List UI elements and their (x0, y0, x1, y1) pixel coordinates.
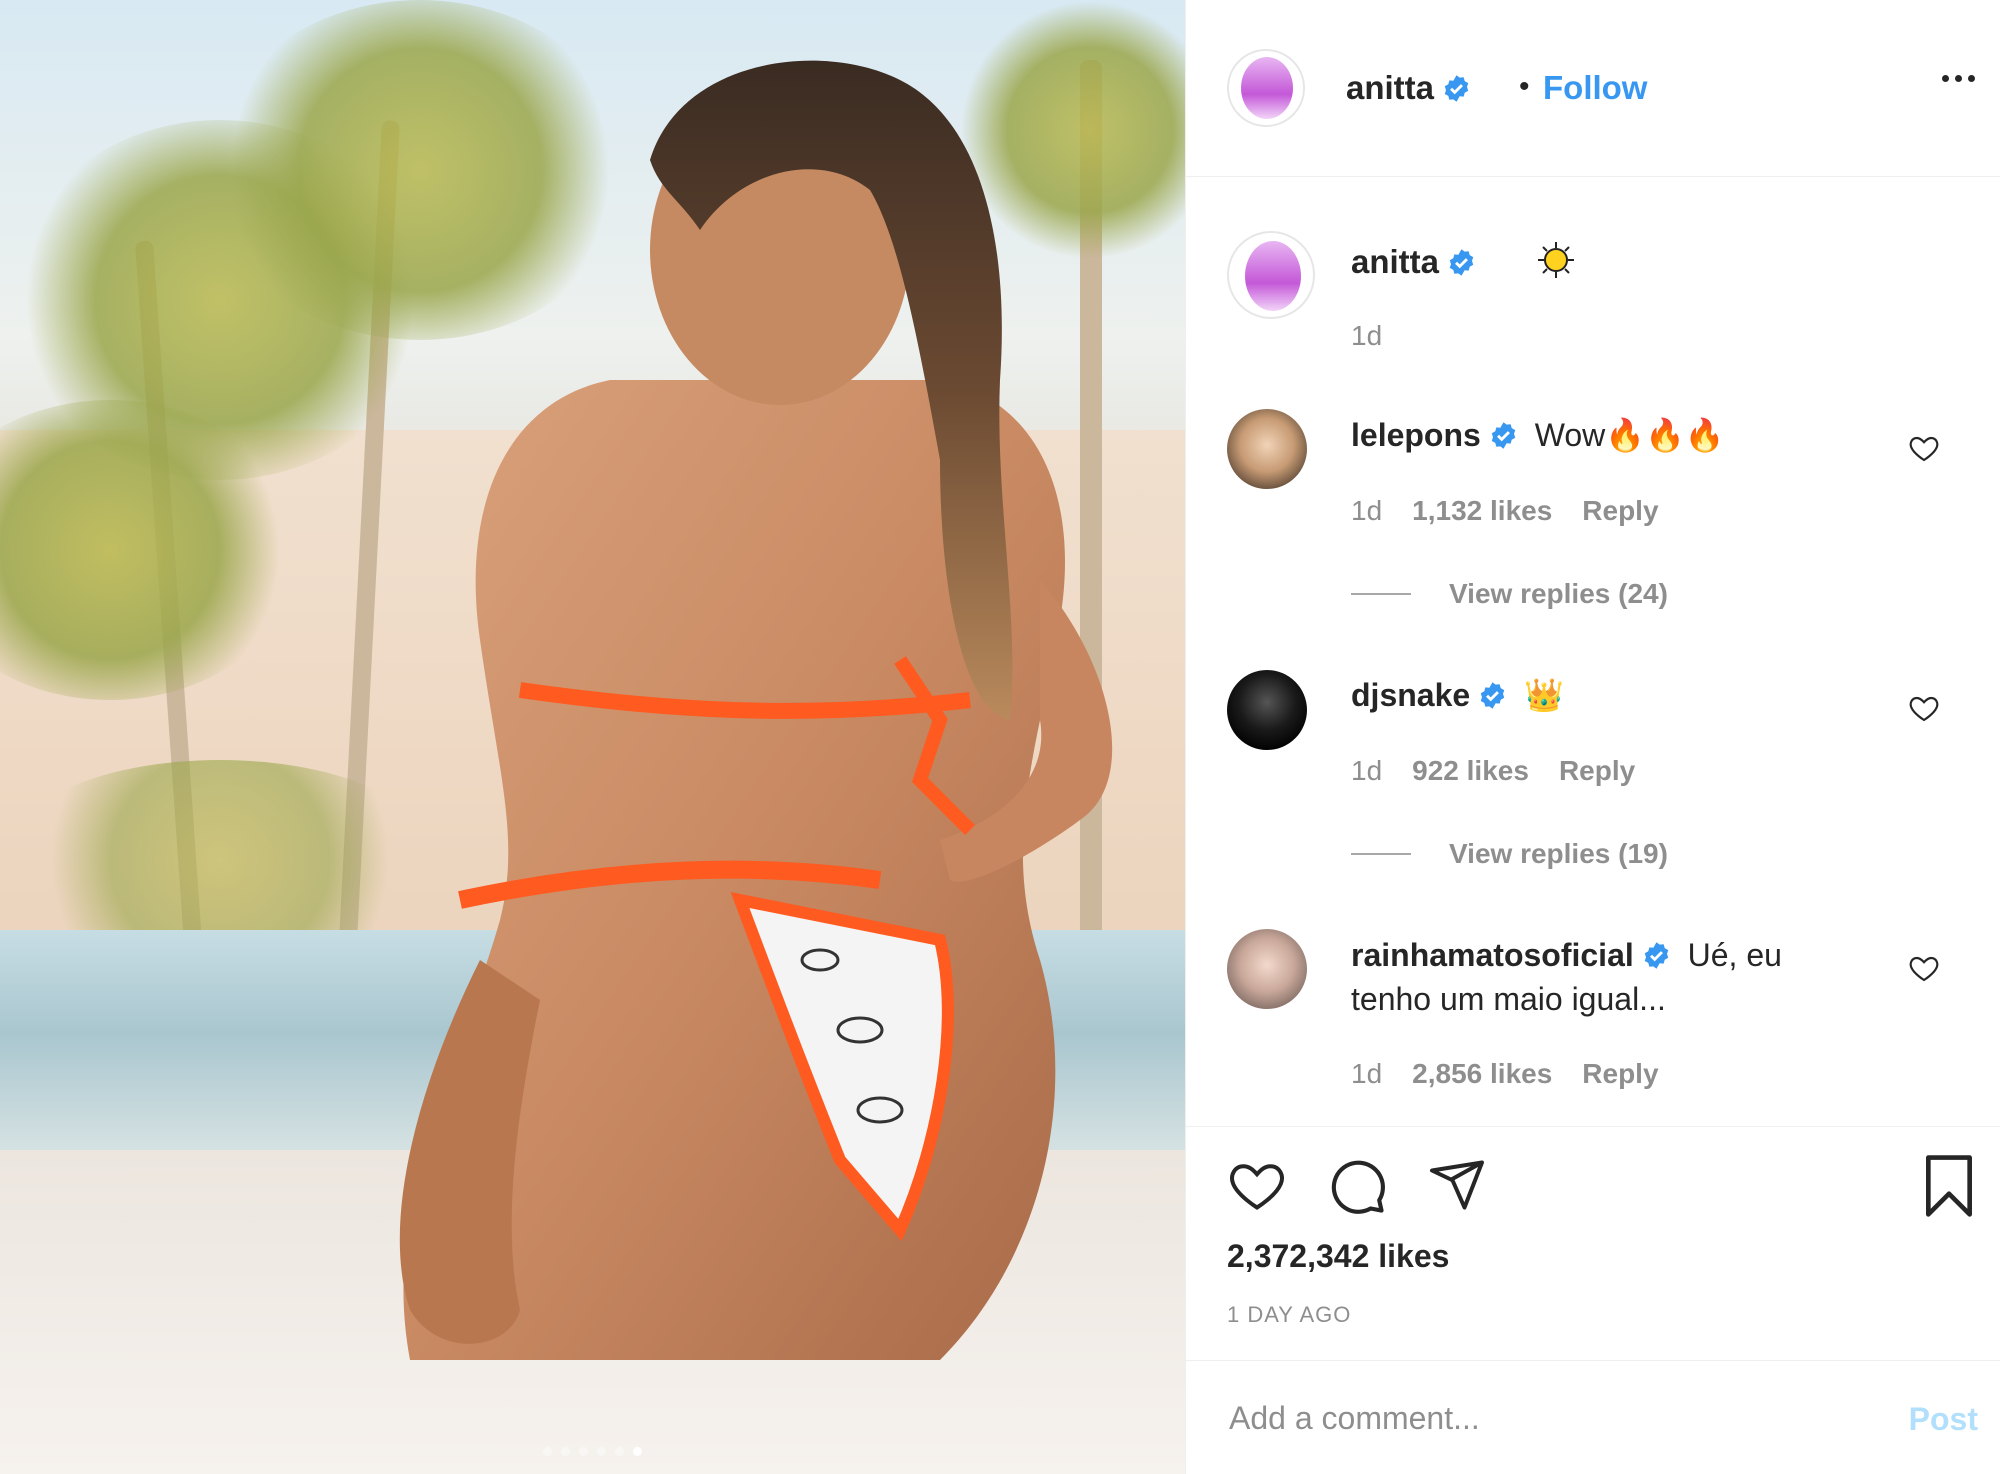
post-comment-button[interactable]: Post (1909, 1401, 1978, 1438)
more-options-icon[interactable] (1938, 68, 1978, 88)
commenter-avatar[interactable] (1227, 670, 1307, 750)
reply-button[interactable]: Reply (1582, 1058, 1658, 1090)
author-avatar[interactable] (1227, 49, 1305, 127)
verified-badge-icon (1449, 249, 1474, 276)
share-icon[interactable] (1426, 1155, 1488, 1215)
view-replies-button[interactable]: View replies (24) (1351, 578, 1668, 610)
carousel-dot[interactable] (561, 1447, 570, 1456)
instagram-post: anitta • Follow anitta 1d lelepons Wow🔥🔥… (0, 0, 2000, 1474)
reply-button[interactable]: Reply (1582, 495, 1658, 527)
verified-badge-icon (1491, 422, 1516, 449)
view-replies-label: View replies (24) (1449, 578, 1668, 609)
post-side-panel: anitta • Follow anitta 1d lelepons Wow🔥🔥… (1185, 0, 2000, 1474)
comment-time[interactable]: 1d (1351, 495, 1382, 527)
caption-username[interactable]: anitta (1351, 243, 1476, 281)
verified-badge-icon (1480, 682, 1505, 709)
photo-subject (399, 60, 1113, 1360)
comment-text: 👑 (1524, 677, 1564, 713)
comment-meta: 1d 2,856 likes Reply (1351, 1058, 1659, 1090)
comment-text-line1: Ué, eu (1687, 937, 1782, 973)
header-separator: • (1519, 70, 1530, 103)
comment-time[interactable]: 1d (1351, 755, 1382, 787)
carousel-dot[interactable] (579, 1447, 588, 1456)
replies-divider-line (1351, 593, 1411, 595)
comment-body: djsnake 👑 (1351, 673, 1564, 717)
reply-button[interactable]: Reply (1559, 755, 1635, 787)
heart-icon[interactable] (1226, 1155, 1288, 1215)
comment-meta: 1d 922 likes Reply (1351, 755, 1635, 787)
comment-meta: 1d 1,132 likes Reply (1351, 495, 1659, 527)
bookmark-icon[interactable] (1921, 1155, 1977, 1217)
post-time-ago[interactable]: 1 DAY AGO (1227, 1302, 1351, 1328)
comment-likes[interactable]: 922 likes (1412, 755, 1529, 787)
follow-button[interactable]: Follow (1543, 69, 1647, 107)
author-username[interactable]: anitta (1346, 69, 1471, 107)
commenter-avatar[interactable] (1227, 929, 1307, 1009)
comment-text: Wow🔥🔥🔥 (1534, 417, 1725, 453)
comment-text-line2: tenho um maio igual... (1351, 981, 1666, 1017)
carousel-indicator (0, 1447, 1185, 1456)
comment-likes[interactable]: 1,132 likes (1412, 495, 1552, 527)
comment-username[interactable]: djsnake (1351, 677, 1470, 713)
comment-like-heart-icon[interactable] (1908, 952, 1940, 984)
comment-username[interactable]: lelepons (1351, 417, 1481, 453)
comment-icon[interactable] (1326, 1155, 1388, 1217)
view-replies-button[interactable]: View replies (19) (1351, 838, 1668, 870)
comment-like-heart-icon[interactable] (1908, 692, 1940, 724)
caption-avatar[interactable] (1227, 231, 1315, 319)
verified-badge-icon (1444, 75, 1469, 102)
post-photo[interactable] (0, 0, 1185, 1474)
replies-divider-line (1351, 853, 1411, 855)
verified-badge-icon (1644, 942, 1668, 969)
add-comment-input[interactable] (1227, 1387, 1871, 1449)
sun-emoji-icon (1538, 242, 1574, 278)
carousel-dot[interactable] (615, 1447, 624, 1456)
comment-body: lelepons Wow🔥🔥🔥 (1351, 413, 1725, 457)
comment-like-heart-icon[interactable] (1908, 432, 1940, 464)
comment-likes[interactable]: 2,856 likes (1412, 1058, 1552, 1090)
commenter-avatar[interactable] (1227, 409, 1307, 489)
carousel-dot-active[interactable] (633, 1447, 642, 1456)
comment-time[interactable]: 1d (1351, 1058, 1382, 1090)
post-header: anitta • Follow (1186, 0, 2000, 177)
comment-box: Post (1186, 1360, 2000, 1474)
caption-time[interactable]: 1d (1351, 320, 1382, 352)
carousel-dot[interactable] (543, 1447, 552, 1456)
view-replies-label: View replies (19) (1449, 838, 1668, 869)
total-likes[interactable]: 2,372,342 likes (1227, 1238, 1449, 1275)
comment-body: rainhamatosoficial Ué, eu tenho um maio … (1351, 933, 1782, 1021)
comment-username[interactable]: rainhamatosoficial (1351, 937, 1634, 973)
carousel-dot[interactable] (597, 1447, 606, 1456)
